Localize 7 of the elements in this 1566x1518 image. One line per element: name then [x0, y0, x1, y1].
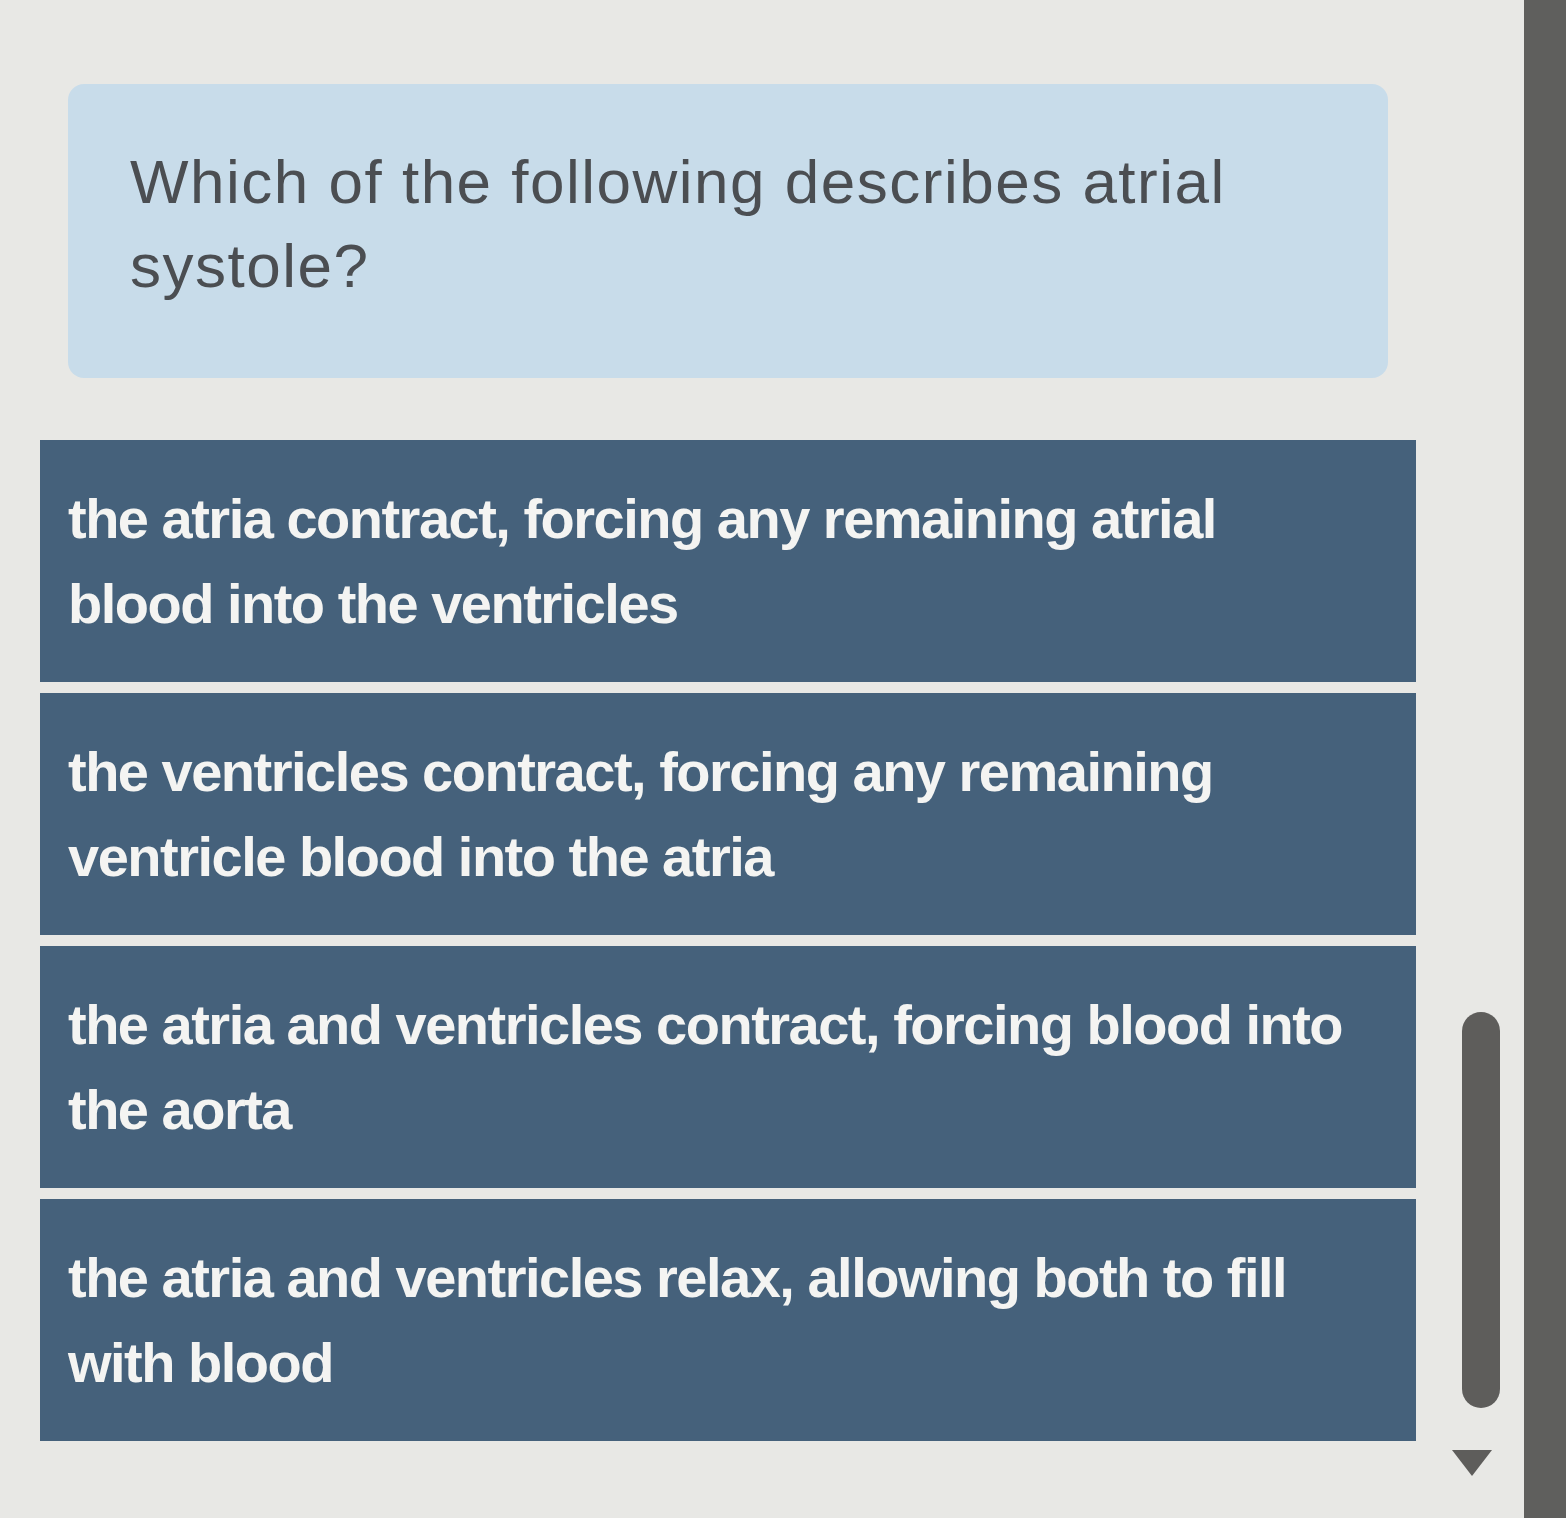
question-text: Which of the following describes atrial systole?	[130, 146, 1227, 302]
answer-option[interactable]: the atria contract, forcing any remaining atrial blood into the ventricles	[40, 440, 1416, 682]
answer-option[interactable]: the ventricles contract, forcing any remaining ventricle blood into the atria	[40, 693, 1416, 935]
scroll-down-arrow-icon[interactable]	[1452, 1450, 1492, 1476]
scrollbar-thumb[interactable]	[1462, 1012, 1500, 1408]
answer-option[interactable]: the atria and ventricles relax, allowing both to fill with blood	[40, 1199, 1416, 1441]
answer-option[interactable]: the atria and ventricles contract, forcing blood into the aorta	[40, 946, 1416, 1188]
